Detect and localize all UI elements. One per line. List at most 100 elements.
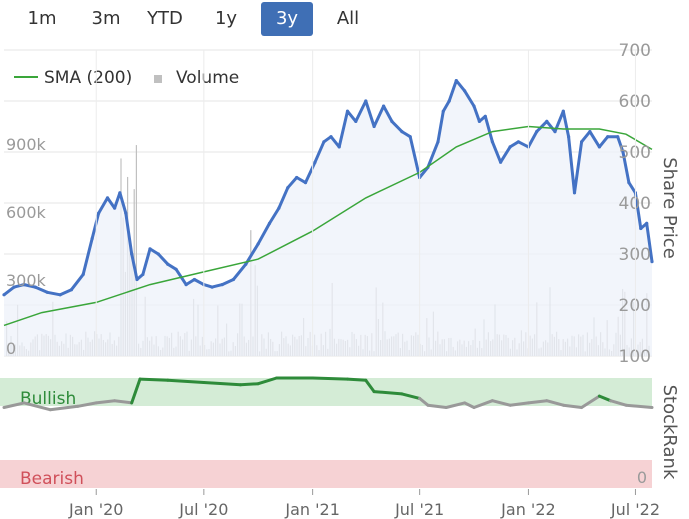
share-price-point: [256, 242, 260, 246]
share-price-point: [244, 262, 248, 266]
share-price-point: [616, 135, 620, 139]
share-price-point: [597, 145, 602, 149]
share-price-axis-title: Share Price: [659, 157, 680, 259]
share-price-point: [81, 272, 85, 276]
share-price-point: [572, 191, 577, 195]
x-tick-label: Jul '22: [610, 500, 660, 519]
share-price-point: [553, 130, 557, 134]
stockrank-segment: [138, 377, 170, 382]
share-price-point: [382, 104, 386, 108]
stockrank-segment: [311, 376, 349, 381]
price-tick-label: 300: [619, 245, 651, 265]
share-price-point: [166, 262, 170, 266]
x-tick-label: Jan '20: [68, 500, 124, 519]
price-volume-rank-chart: 100 200 300 400 500 600 700 Share Price 0 300k 600…: [0, 41, 680, 519]
share-price-point: [184, 283, 188, 287]
share-price-point: [354, 119, 358, 123]
share-price-point: [220, 283, 224, 287]
price-tick-label: 500: [619, 143, 651, 163]
price-tick-label: 400: [619, 194, 651, 214]
share-price-point: [472, 104, 476, 108]
volume-tick-label: 900k: [6, 135, 47, 154]
share-price-point: [483, 114, 487, 118]
share-price-point: [295, 175, 299, 180]
share-price-point: [588, 130, 592, 134]
share-price-point: [337, 145, 341, 149]
share-price-point: [645, 221, 649, 225]
share-price-point: [516, 140, 521, 144]
legend-volume-swatch: [154, 75, 162, 83]
price-area: [4, 80, 652, 356]
price-tick-label: 600: [619, 92, 651, 112]
share-price-point: [97, 211, 101, 215]
share-price-point: [105, 196, 110, 200]
bearish-band: [0, 460, 652, 488]
share-price-point: [441, 109, 445, 113]
share-price-point: [156, 252, 160, 256]
share-price-point: [313, 160, 317, 164]
share-price-point: [400, 130, 404, 134]
share-price-point: [2, 293, 6, 297]
share-price-point: [277, 206, 281, 210]
share-price-point: [90, 237, 94, 241]
share-price-point: [118, 191, 122, 195]
share-price-point: [124, 211, 128, 215]
share-price-point: [463, 89, 467, 93]
share-price-point: [477, 119, 481, 123]
share-price-point: [345, 109, 350, 113]
share-price-point: [148, 247, 152, 251]
stockrank-axis-title: StockRank: [659, 385, 680, 480]
volume-tick-label: 300k: [6, 271, 47, 290]
x-tick-label: Jul '20: [178, 500, 228, 519]
price-tick-label: 200: [619, 296, 651, 316]
stockrank-segment: [239, 382, 260, 387]
bearish-label: Bearish: [20, 469, 84, 489]
share-price-point: [545, 119, 549, 123]
share-price-point: [408, 135, 412, 139]
share-price-point: [135, 277, 139, 282]
share-price-point: [535, 130, 539, 134]
share-price-point: [606, 135, 610, 139]
legend-volume-label: Volume: [176, 68, 239, 88]
share-price-point: [58, 293, 62, 297]
share-price-point: [174, 267, 178, 271]
share-price-point: [322, 140, 326, 144]
x-tick-label: Jul '21: [394, 500, 444, 519]
x-tick-label: Jan '21: [284, 500, 340, 519]
share-price-point: [192, 277, 196, 282]
share-price-point: [372, 124, 376, 129]
share-price-point: [267, 221, 272, 225]
share-price-point: [364, 99, 368, 103]
share-price-point: [303, 181, 308, 185]
share-price-point: [210, 285, 214, 289]
share-price-point: [436, 140, 440, 144]
share-price-point: [567, 135, 571, 139]
share-price-point: [627, 181, 631, 185]
share-price-point: [447, 99, 451, 103]
share-price-point: [561, 109, 565, 113]
share-price-point: [499, 160, 503, 164]
x-tick-label: Jan '22: [500, 500, 556, 519]
share-price-point: [390, 119, 394, 123]
price-tick-label: 700: [619, 41, 651, 61]
stockrank-segment: [346, 377, 368, 382]
share-price-point: [69, 288, 73, 292]
share-price-point: [286, 186, 290, 190]
price-tick-label: 100: [619, 347, 651, 367]
share-price-point: [639, 226, 643, 231]
share-price-point: [45, 290, 49, 294]
rank-tick-label: 0: [637, 468, 647, 487]
share-price-point: [508, 145, 512, 149]
share-price-point: [141, 272, 145, 276]
bullish-label: Bullish: [20, 389, 76, 409]
share-price-point: [130, 252, 134, 256]
share-price-point: [113, 206, 117, 210]
volume-tick-label: 0: [6, 339, 16, 358]
share-price-point: [329, 135, 333, 139]
share-price-point: [580, 140, 584, 144]
share-price-point: [490, 140, 494, 144]
volume-tick-label: 600k: [6, 203, 47, 222]
share-price-point: [454, 79, 458, 83]
legend-sma-label: SMA (200): [44, 68, 132, 88]
share-price-point: [231, 277, 235, 282]
